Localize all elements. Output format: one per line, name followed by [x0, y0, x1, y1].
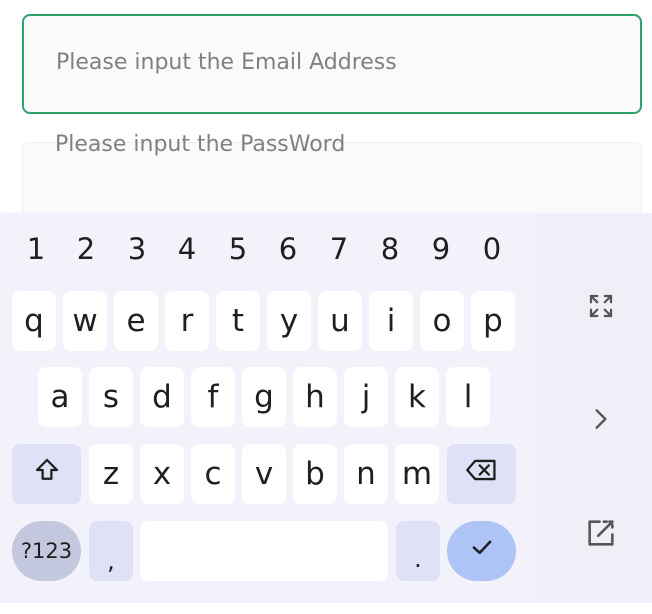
key-8[interactable]: 8	[365, 218, 415, 280]
key-2[interactable]: 2	[61, 218, 111, 280]
key-c[interactable]: c	[191, 444, 235, 504]
key-q[interactable]: q	[12, 291, 56, 351]
password-input[interactable]	[55, 95, 615, 193]
key-0[interactable]: 0	[467, 218, 517, 280]
expand-icon[interactable]	[581, 286, 621, 326]
shift-button[interactable]	[12, 444, 81, 504]
key-i[interactable]: i	[369, 291, 413, 351]
popout-icon[interactable]	[581, 513, 621, 553]
shift-icon	[32, 455, 62, 493]
key-4[interactable]: 4	[162, 218, 212, 280]
key-g[interactable]: g	[242, 367, 286, 427]
period-key[interactable]: .	[396, 521, 440, 581]
key-3[interactable]: 3	[112, 218, 162, 280]
key-e[interactable]: e	[114, 291, 158, 351]
key-w[interactable]: w	[63, 291, 107, 351]
key-b[interactable]: b	[293, 444, 337, 504]
backspace-icon	[465, 456, 499, 492]
key-f[interactable]: f	[191, 367, 235, 427]
key-h[interactable]: h	[293, 367, 337, 427]
key-1[interactable]: 1	[11, 218, 61, 280]
key-a[interactable]: a	[38, 367, 82, 427]
chevron-right-icon[interactable]	[581, 399, 621, 439]
key-v[interactable]: v	[242, 444, 286, 504]
key-p[interactable]: p	[471, 291, 515, 351]
key-s[interactable]: s	[89, 367, 133, 427]
key-z[interactable]: z	[89, 444, 133, 504]
key-9[interactable]: 9	[416, 218, 466, 280]
key-r[interactable]: r	[165, 291, 209, 351]
key-7[interactable]: 7	[314, 218, 364, 280]
comma-key[interactable]: ,	[89, 521, 133, 581]
key-y[interactable]: y	[267, 291, 311, 351]
key-6[interactable]: 6	[263, 218, 313, 280]
key-o[interactable]: o	[420, 291, 464, 351]
key-t[interactable]: t	[216, 291, 260, 351]
key-l[interactable]: l	[446, 367, 490, 427]
key-u[interactable]: u	[318, 291, 362, 351]
key-k[interactable]: k	[395, 367, 439, 427]
enter-button[interactable]	[447, 521, 516, 581]
backspace-button[interactable]	[447, 444, 516, 504]
key-j[interactable]: j	[344, 367, 388, 427]
key-x[interactable]: x	[140, 444, 184, 504]
symbols-button[interactable]: ?123	[12, 521, 81, 581]
space-bar[interactable]	[140, 521, 388, 581]
key-n[interactable]: n	[344, 444, 388, 504]
key-d[interactable]: d	[140, 367, 184, 427]
bottom-edge	[0, 603, 652, 614]
key-m[interactable]: m	[395, 444, 439, 504]
key-5[interactable]: 5	[213, 218, 263, 280]
checkmark-icon	[468, 533, 496, 569]
